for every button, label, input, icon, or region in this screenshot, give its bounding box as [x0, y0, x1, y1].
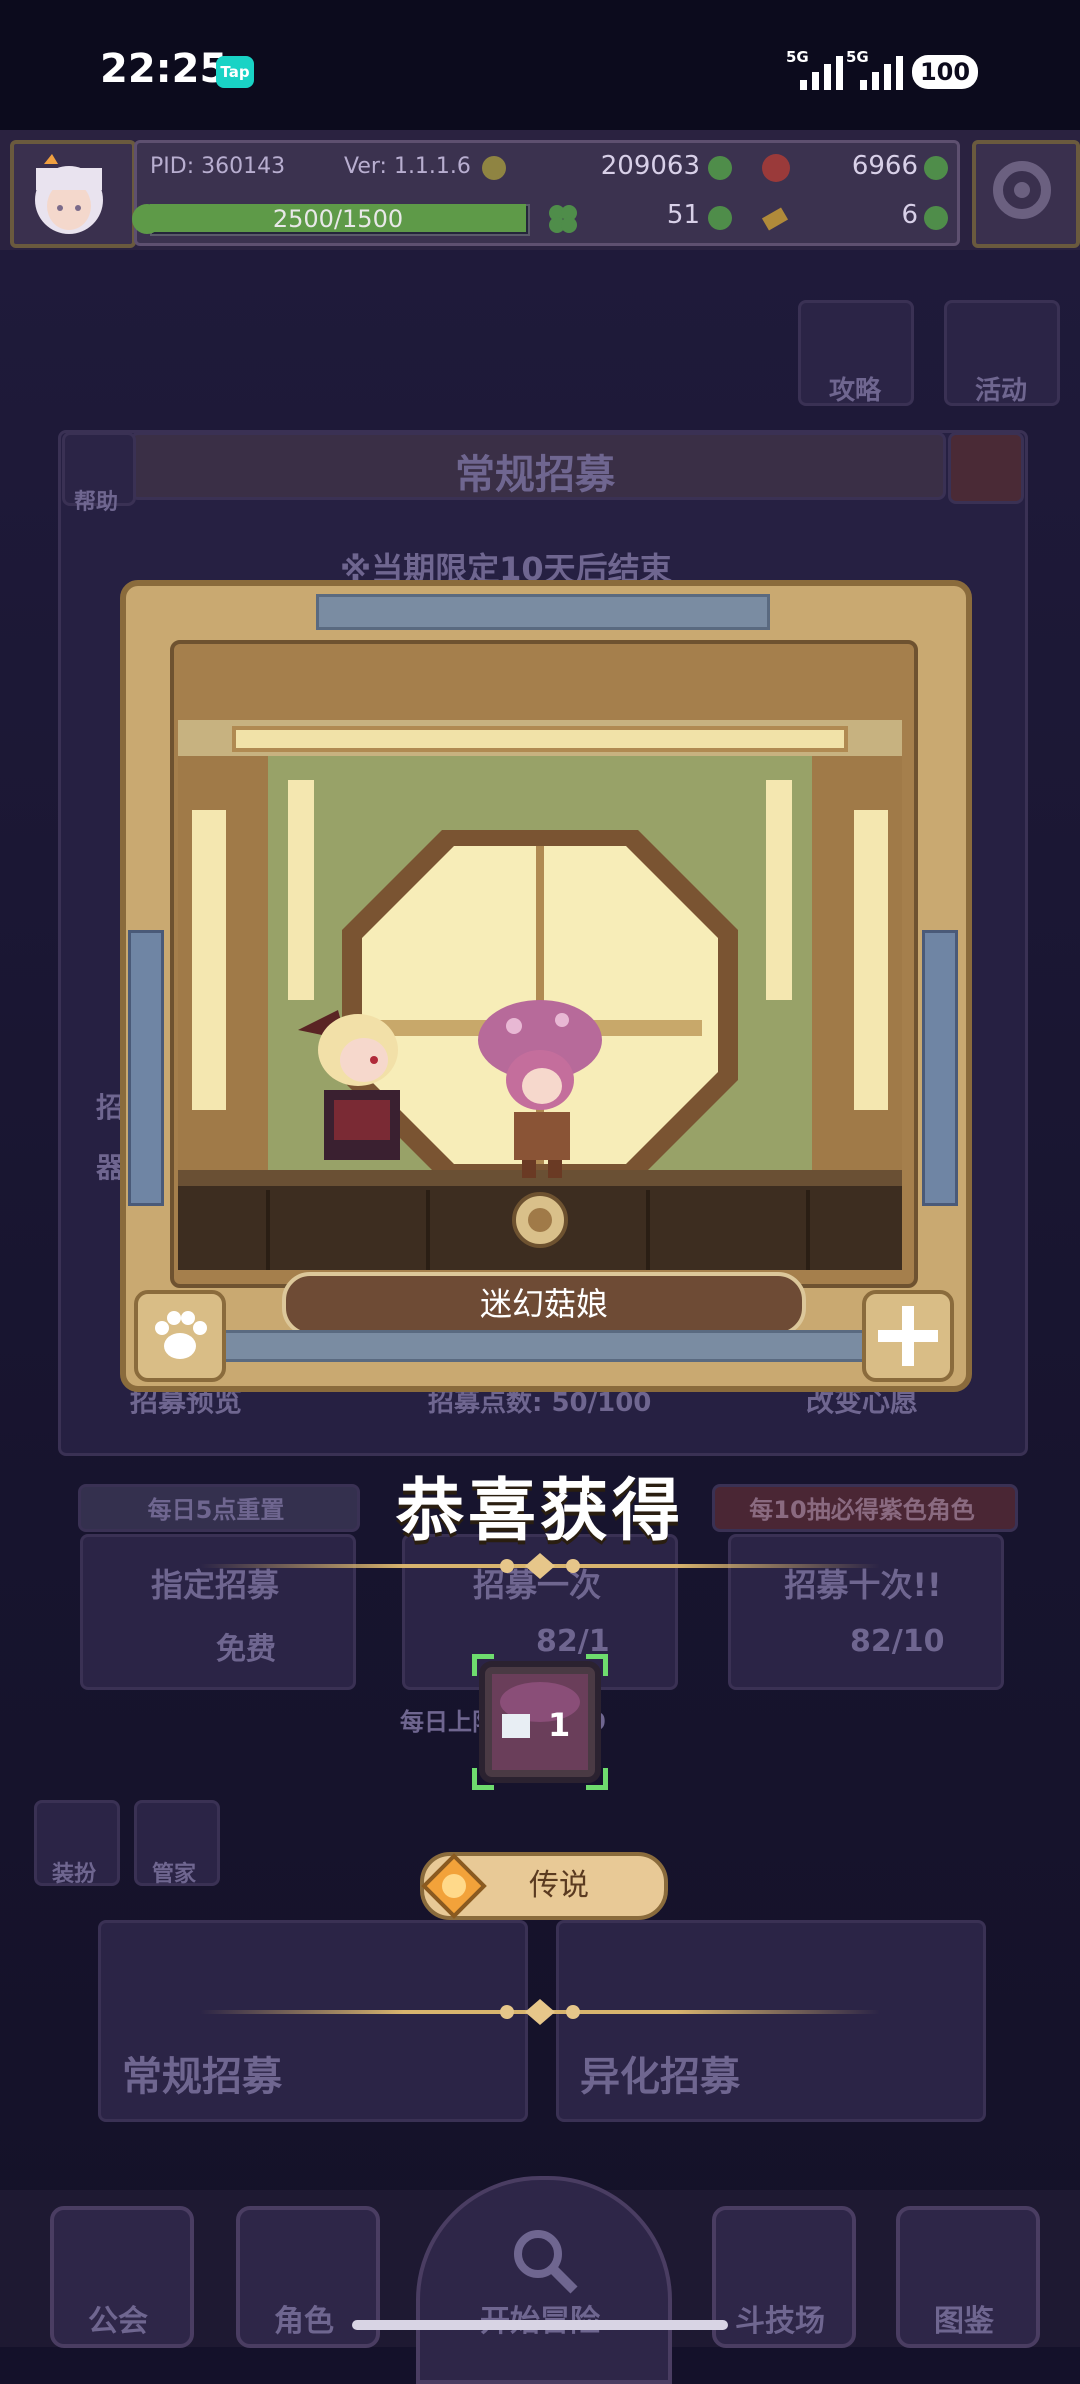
nav-characters-label: 角色 [274, 2304, 334, 2339]
taptap-app-icon: Tap [216, 56, 254, 88]
ten-recruit-button [728, 1534, 1004, 1690]
close-icon [948, 432, 1024, 504]
character-name-banner: 迷幻菇娘 [282, 1272, 806, 1336]
help-label: 帮助 [73, 490, 118, 515]
nav-guild-label: 公会 [88, 2304, 148, 2339]
gold-coin-icon [482, 156, 506, 180]
home-indicator[interactable] [352, 2320, 728, 2330]
card-bottom-plate [214, 1330, 872, 1362]
paw-icon [134, 1290, 226, 1382]
rarity-label: 传说 [529, 1868, 589, 1903]
nav-codex-label: 图鉴 [934, 2304, 994, 2339]
add-ticket-icon[interactable] [924, 206, 948, 230]
gear-icon [993, 161, 1051, 219]
reward-item-slot[interactable]: 1 [471, 1653, 609, 1791]
stamina-add-icon[interactable] [132, 204, 162, 234]
clock: 22:25 [100, 46, 228, 92]
class-cross-icon [862, 1290, 954, 1382]
guide-label: 攻略 [828, 376, 881, 406]
signal-icon-1: 5G [786, 48, 850, 90]
battery-indicator: 100 [912, 55, 978, 89]
divider-top-ornament [485, 1553, 595, 1579]
costume-label: 装扮 [51, 1862, 96, 1887]
player-avatar[interactable] [10, 140, 136, 248]
add-gold-icon[interactable] [708, 156, 732, 180]
game-version: Ver: 1.1.1.6 [344, 154, 471, 179]
nav-arena-label: 斗技场 [735, 2304, 825, 2339]
tab-normal-recruit-label: 常规招募 [122, 2054, 282, 2100]
signal-icon-2: 5G [846, 48, 910, 90]
player-id: PID: 360143 [150, 154, 286, 179]
stamina-text: 2500/1500 [272, 205, 404, 233]
reward-item-count: 1 [548, 1706, 571, 1744]
shard-icon [502, 1714, 530, 1738]
gold-amount: 209063 [600, 151, 700, 181]
magnifier-icon [514, 2230, 578, 2294]
card-top-plate [316, 594, 770, 630]
designated-recruit-cost: 免费 [216, 1632, 276, 1667]
divider-bottom-ornament [485, 1999, 595, 2025]
manager-label: 管家 [151, 1862, 196, 1887]
gem-amount: 6966 [851, 151, 918, 181]
card-left-pillar [128, 930, 164, 1206]
add-gem-icon[interactable] [924, 156, 948, 180]
event-label: 活动 [974, 376, 1027, 406]
recruit-panel-title: 常规招募 [455, 452, 615, 498]
congrats-title: 恭喜获得 [395, 1472, 684, 1551]
ten-recruit-cost: 82/10 [850, 1624, 945, 1659]
add-clover-icon[interactable] [708, 206, 732, 230]
red-gem-icon [762, 154, 790, 182]
clover-icon [546, 202, 580, 236]
tab-alter-recruit-label: 异化招募 [580, 2054, 740, 2100]
rarity-badge: 传说 [420, 1852, 668, 1920]
clover-amount: 51 [666, 200, 700, 230]
ticket-amount: 6 [901, 200, 918, 230]
ticket-icon [760, 202, 790, 232]
card-right-pillar [922, 930, 958, 1206]
legend-gem-icon [420, 1852, 488, 1920]
settings-button[interactable] [972, 140, 1080, 248]
nav-start-adventure-label: 开始冒险 [416, 2296, 664, 2340]
character-scene [178, 720, 902, 1270]
